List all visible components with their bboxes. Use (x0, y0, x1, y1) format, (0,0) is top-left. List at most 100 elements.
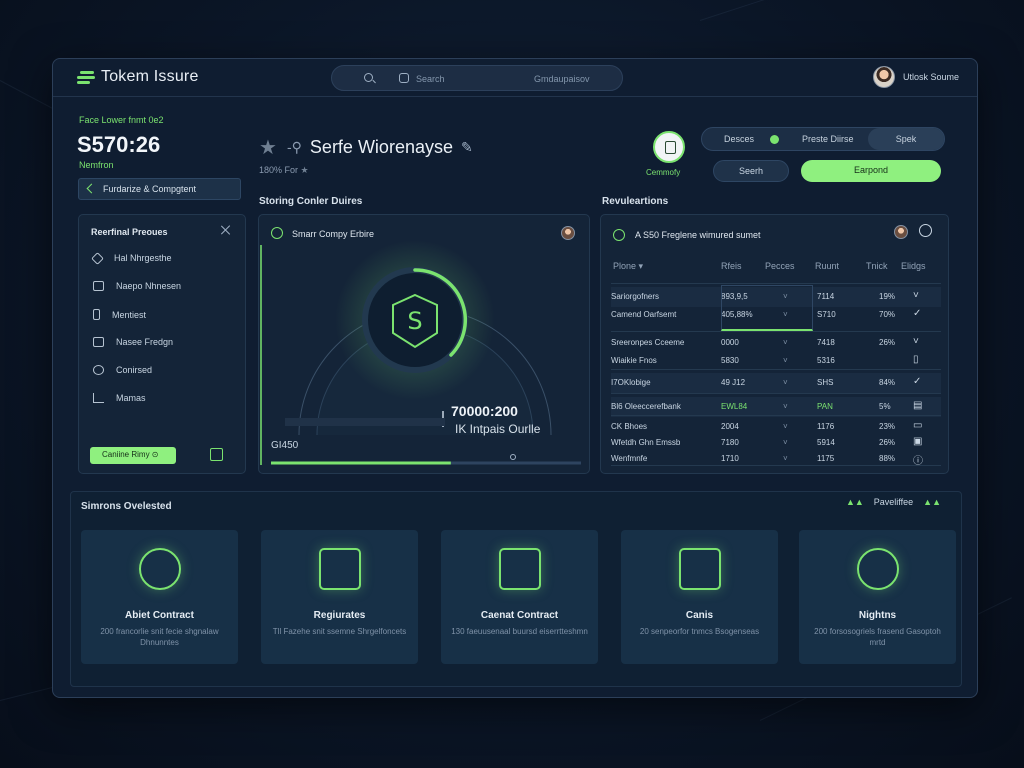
nav-item[interactable]: Hal Nhrgesthe (91, 251, 172, 265)
search-bar[interactable]: Search Gmdaupaisov (331, 65, 623, 91)
check-icon[interactable]: ✓ (913, 376, 921, 387)
table-row[interactable]: I7OKlobige 49 J12 ˅ SHS 84% ✓ (611, 373, 941, 393)
nav-item[interactable]: Nasee Fredgn (93, 337, 173, 347)
left-panel-title: Reerfinal Preoues (91, 227, 168, 237)
funnel-icon (679, 548, 721, 590)
chart-icon (93, 393, 104, 403)
dropdown-icon[interactable]: ˅ (783, 438, 788, 447)
users-icon[interactable]: ▲▲ (846, 497, 864, 507)
title-subtext: 180% For ★ (259, 165, 309, 175)
segment-item[interactable]: Desces (724, 134, 754, 144)
card-description: 200 forsosogriels frasend Gasoptoh mrtd (814, 627, 941, 647)
nav-item[interactable]: Naepo Nhnesen (93, 281, 181, 291)
continue-button[interactable]: Caniine Rimy ⊙ (90, 447, 176, 464)
avatar[interactable] (872, 66, 895, 88)
left-panel: Reerfinal Preoues Hal Nhrgesthe Naepo Nh… (78, 214, 246, 474)
search-input[interactable]: Search (416, 74, 445, 84)
diamond-icon (91, 251, 104, 265)
feature-card[interactable]: Abiet Contract 200 francorlie snit fecie … (81, 530, 238, 664)
row-name: Sariorgofners (611, 292, 660, 301)
section-label-bottom: Simrons Ovelested (81, 501, 172, 512)
external-link-icon[interactable] (210, 448, 223, 461)
dropdown-icon[interactable]: ˅ (783, 338, 788, 347)
nav-item[interactable]: Mentiest (93, 309, 146, 320)
divider (611, 465, 941, 466)
doc-icon[interactable]: ▭ (913, 420, 922, 431)
chevron-left-icon (86, 183, 97, 194)
dropdown-icon[interactable]: ˅ (783, 356, 788, 365)
feature-card[interactable]: Caenat Contract 130 faeuusenaal buursd ei… (441, 530, 598, 664)
dropdown-icon[interactable]: ˅ (783, 402, 788, 411)
user-name: Utlosk Soume (902, 72, 959, 82)
row-value-b: 5316 (817, 356, 835, 365)
clock-icon[interactable] (919, 224, 932, 237)
check-icon[interactable]: ✓ (913, 308, 921, 319)
dropdown-icon[interactable]: ˅ (783, 422, 788, 431)
divider (611, 393, 941, 394)
column-header[interactable]: Plone ▾ (613, 261, 643, 272)
row-value-b: PAN (817, 402, 833, 411)
card-description: 200 francorlie snit fecie shgnalaw Dhnun… (100, 627, 219, 647)
table-row[interactable]: Wenfmnfe 1710 ˅ 1175 88% ⓘ (611, 449, 941, 469)
trash-icon[interactable]: ▯ (913, 354, 919, 365)
calendar-icon[interactable]: ▣ (913, 436, 922, 447)
chevron-icon[interactable]: ˅ (913, 290, 919, 301)
bottom-action-label[interactable]: Paveliffee (874, 497, 913, 507)
segment-item-active[interactable]: Spek (868, 128, 944, 150)
brand[interactable]: Tokem Issure (77, 68, 199, 86)
nav-item[interactable]: Conirsed (93, 365, 152, 375)
chevron-icon[interactable]: ˅ (913, 336, 919, 347)
search-icon (93, 365, 104, 375)
token-logo-icon (77, 70, 95, 84)
row-value-a: 1710 (721, 454, 739, 463)
search-secondary[interactable]: Gmdaupaisov (534, 74, 590, 84)
segment-item[interactable]: Preste Diirse (802, 134, 854, 144)
delete-icon[interactable]: ▤ (913, 400, 922, 411)
table-row[interactable]: Sreeronpes Cceeme 0000 ˅ 7418 26% ˅ (611, 333, 941, 353)
document-icon (499, 548, 541, 590)
card-title: Abiet Contract (125, 610, 194, 621)
row-value-c: 23% (879, 422, 896, 431)
close-icon[interactable] (221, 225, 231, 235)
row-value-a: EWL84 (721, 402, 748, 411)
avatar[interactable] (894, 225, 908, 239)
star-icon[interactable]: ★ (259, 138, 279, 158)
segmented-control[interactable]: Desces Preste Diirse Spek (701, 127, 945, 151)
contract-icon[interactable] (653, 131, 685, 163)
row-name: Wfetdh Ghn Emssb (611, 438, 681, 447)
row-value-a: 5830 (721, 356, 739, 365)
row-name: Bl6 Oleeccerefbank (611, 402, 681, 411)
settings-icon[interactable]: ▲▲ (923, 497, 941, 507)
divider (611, 283, 941, 284)
column-header[interactable]: Ruunt (815, 261, 839, 271)
gauge-bottom-label: GI450 (271, 440, 299, 451)
link-icon: -⚲ (287, 139, 302, 155)
top-bar: Tokem Issure Search Gmdaupaisov Utlosk S… (53, 59, 977, 97)
table-row[interactable]: Wiaikie Fnos 5830 ˅ 5316 ▯ (611, 351, 941, 371)
edit-icon[interactable]: ✎ (461, 139, 473, 156)
feature-card[interactable]: Regiurates Tll Fazehe snit ssemne Shrgelf… (261, 530, 418, 664)
dropdown-icon[interactable]: ˅ (783, 454, 788, 463)
column-header[interactable]: Elidgs (901, 261, 926, 271)
header-note: Nemfron (79, 160, 114, 170)
breadcrumb[interactable]: Furdarize & Compgtent (78, 178, 241, 200)
row-value-c: 84% (879, 378, 896, 387)
dollar-coin-icon (139, 548, 181, 590)
home-icon (93, 281, 104, 291)
dropdown-icon[interactable]: ˅ (783, 378, 788, 387)
user-menu[interactable]: Utlosk Soume (872, 66, 959, 88)
search-button[interactable]: Seerh (713, 160, 789, 182)
feature-card[interactable]: Nightns 200 forsosogriels frasend Gasopto… (799, 530, 956, 664)
bottom-actions: ▲▲ Paveliffee ▲▲ (846, 497, 941, 507)
feature-card[interactable]: Canis 20 senpeorfor tnmcs Bsogenseas (621, 530, 778, 664)
primary-button[interactable]: Earpond (801, 160, 941, 182)
nav-item[interactable]: Mamas (93, 393, 146, 403)
settings-icon (399, 73, 409, 83)
card-description: 130 faeuusenaal buursd eiserrtteshmn (451, 627, 588, 636)
row-name: CK Bhoes (611, 422, 648, 431)
table-row[interactable]: Bl6 Oleeccerefbank EWL84 ˅ PAN 5% ▤ (611, 397, 941, 417)
row-value-b: 5914 (817, 438, 835, 447)
column-header[interactable]: Pecces (765, 261, 795, 271)
column-header[interactable]: Rfeis (721, 261, 742, 271)
column-header[interactable]: Tnick (866, 261, 888, 271)
